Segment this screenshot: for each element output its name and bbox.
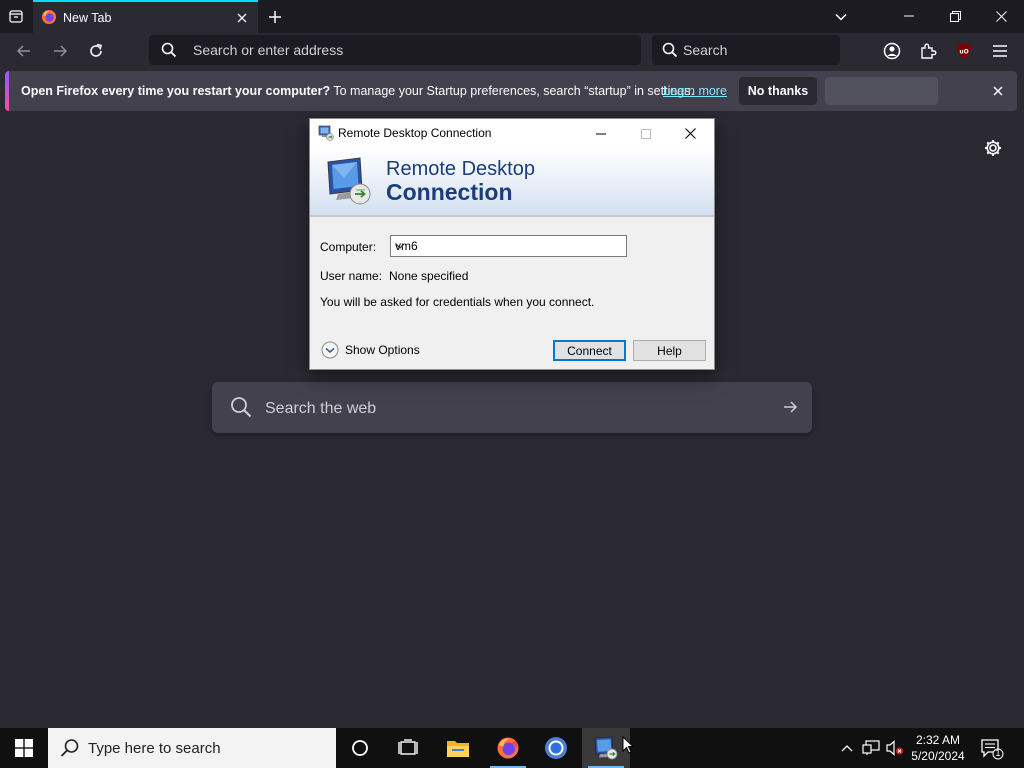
no-thanks-button[interactable]: No thanks xyxy=(739,77,817,105)
search-icon xyxy=(230,396,252,418)
minimize-window-icon[interactable] xyxy=(886,0,932,32)
username-value: None specified xyxy=(389,269,469,283)
computer-combobox[interactable]: vm6 xyxy=(390,235,627,257)
chrome-icon[interactable] xyxy=(532,728,580,768)
dialog-minimize-icon[interactable] xyxy=(578,119,623,148)
mouse-cursor-icon xyxy=(622,736,634,754)
windows-taskbar: Type here to search 2:32 AM 5/20/2024 1 xyxy=(0,728,1024,768)
search-bar[interactable] xyxy=(652,35,840,65)
tab-list-icon[interactable] xyxy=(4,4,28,28)
open-firefox-startup-button[interactable] xyxy=(825,77,938,105)
navigation-toolbar: uO xyxy=(0,33,1024,69)
search-icon xyxy=(161,42,177,58)
search-icon xyxy=(662,42,678,58)
personalize-gear-icon[interactable] xyxy=(983,138,1003,158)
credentials-note: You will be asked for credentials when y… xyxy=(320,295,595,309)
show-hidden-icons-chevron-icon[interactable] xyxy=(838,740,856,756)
dialog-close-icon[interactable] xyxy=(668,119,713,148)
clock-time: 2:32 AM xyxy=(915,733,961,747)
file-explorer-icon[interactable] xyxy=(434,728,482,768)
close-window-icon[interactable] xyxy=(978,0,1024,32)
web-search-placeholder: Search the web xyxy=(265,400,377,417)
task-view-icon[interactable] xyxy=(384,728,432,768)
dialog-banner: Remote Desktop Connection xyxy=(310,148,714,217)
back-arrow-icon[interactable] xyxy=(11,38,37,64)
address-input[interactable] xyxy=(193,35,623,65)
banner-line-2: Connection xyxy=(386,179,513,205)
learn-more-link[interactable]: Learn more xyxy=(663,84,727,98)
chevron-down-icon[interactable] xyxy=(395,241,622,251)
remote-desktop-app-icon xyxy=(318,125,334,141)
notification-accent-stripe xyxy=(5,71,9,111)
svg-text:uO: uO xyxy=(959,49,968,56)
list-all-tabs-chevron-icon[interactable] xyxy=(830,6,852,28)
notification-message: Open Firefox every time you restart your… xyxy=(21,84,694,98)
show-options-label: Show Options xyxy=(345,343,420,357)
remote-desktop-connection-dialog: Remote Desktop Connection Remote Desktop… xyxy=(309,118,715,370)
computer-label: Computer: xyxy=(320,240,377,254)
taskbar-search-placeholder: Type here to search xyxy=(88,740,221,757)
forward-arrow-icon[interactable] xyxy=(47,38,73,64)
dialog-maximize-icon xyxy=(623,119,668,148)
dialog-titlebar[interactable]: Remote Desktop Connection xyxy=(310,119,714,148)
notification-close-icon[interactable] xyxy=(990,83,1006,99)
firefox-icon[interactable] xyxy=(484,728,532,768)
ublock-origin-icon[interactable]: uO xyxy=(951,38,977,64)
extensions-puzzle-icon[interactable] xyxy=(915,38,941,64)
show-options-toggle[interactable]: Show Options xyxy=(321,341,420,359)
address-bar[interactable] xyxy=(149,35,641,65)
search-icon xyxy=(60,738,80,758)
cortana-icon[interactable] xyxy=(336,728,384,768)
username-label: User name: xyxy=(320,269,383,283)
windows-start-icon[interactable] xyxy=(0,728,48,768)
restore-window-icon[interactable] xyxy=(932,0,978,32)
remote-desktop-monitor-icon xyxy=(324,156,376,208)
help-button[interactable]: Help xyxy=(633,340,706,361)
tab-strip: New Tab xyxy=(0,0,1024,33)
dialog-title: Remote Desktop Connection xyxy=(338,126,492,140)
web-search-box[interactable]: Search the web xyxy=(212,382,812,433)
account-icon[interactable] xyxy=(879,38,905,64)
notification-body-text: To manage your Startup preferences, sear… xyxy=(330,84,694,98)
notification-bold-text: Open Firefox every time you restart your… xyxy=(21,84,331,98)
banner-line-1: Remote Desktop xyxy=(386,158,535,180)
volume-muted-icon[interactable] xyxy=(886,740,904,756)
search-input[interactable] xyxy=(683,35,833,65)
taskbar-search-box[interactable]: Type here to search xyxy=(48,728,336,768)
tab-title: New Tab xyxy=(63,11,112,25)
firefox-favicon-icon xyxy=(41,9,57,25)
hamburger-menu-icon[interactable] xyxy=(987,38,1013,64)
expand-circle-chevron-icon xyxy=(321,341,339,359)
new-tab-plus-icon[interactable] xyxy=(264,6,286,28)
startup-notification-bar: Open Firefox every time you restart your… xyxy=(5,71,1017,111)
system-clock[interactable]: 2:32 AM 5/20/2024 xyxy=(906,732,970,764)
search-go-arrow-icon[interactable] xyxy=(782,399,798,415)
connect-button[interactable]: Connect xyxy=(553,340,626,361)
tab-close-icon[interactable] xyxy=(234,10,250,26)
clock-date: 5/20/2024 xyxy=(911,749,965,763)
tab-new-tab[interactable]: New Tab xyxy=(33,0,258,33)
action-center-icon[interactable]: 1 xyxy=(980,738,1004,760)
network-icon[interactable] xyxy=(862,740,880,756)
notification-count-badge: 1 xyxy=(995,748,1001,758)
reload-icon[interactable] xyxy=(83,38,109,64)
